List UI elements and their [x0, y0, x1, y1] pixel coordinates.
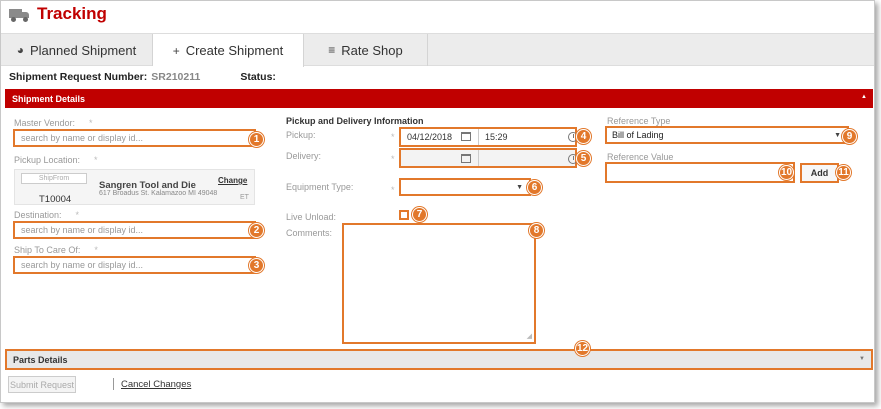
equipment-type-label: Equipment Type:: [286, 182, 354, 192]
callout-2: 2: [249, 223, 264, 238]
live-unload-label: Live Unload:: [286, 212, 337, 222]
change-location-link[interactable]: Change: [218, 176, 247, 185]
callout-8: 8: [529, 223, 544, 238]
calendar-icon[interactable]: [461, 154, 471, 163]
required-mark: *: [391, 132, 395, 142]
cancel-changes-link[interactable]: Cancel Changes: [121, 379, 191, 390]
reference-type-value: Bill of Lading: [612, 130, 664, 140]
reference-type-label: Reference Type: [607, 116, 671, 126]
add-reference-button[interactable]: Add: [800, 163, 839, 183]
resize-grip-icon[interactable]: ◢: [527, 332, 532, 340]
required-mark: *: [391, 185, 395, 195]
pickup-date-input[interactable]: 04/12/2018: [407, 132, 452, 142]
ship-from-badge: ShipFrom: [21, 173, 87, 184]
master-vendor-label: Master Vendor: *: [14, 118, 93, 128]
chevron-down-icon: ▼: [834, 132, 841, 139]
callout-3: 3: [249, 258, 264, 273]
truck-icon: [9, 7, 31, 22]
app-header: Tracking: [9, 3, 107, 25]
ship-to-care-of-input[interactable]: search by name or display id...: [13, 256, 256, 274]
tab-label: Rate Shop: [341, 42, 403, 58]
pickup-label: Pickup:: [286, 130, 316, 140]
callout-11: 11: [836, 165, 851, 180]
callout-9: 9: [842, 129, 857, 144]
list-icon: ≡: [328, 43, 336, 57]
shipment-details-header[interactable]: Shipment Details ▲: [5, 89, 873, 108]
callout-4: 4: [576, 129, 591, 144]
reference-value-label: Reference Value: [607, 152, 674, 162]
delivery-label: Delivery:: [286, 151, 322, 161]
timezone: ET: [240, 194, 249, 201]
comments-label: Comments:: [286, 228, 333, 238]
status-label: Status:: [240, 71, 276, 83]
section-title: Shipment Details: [12, 93, 86, 104]
callout-10: 10: [779, 165, 794, 180]
reference-type-select[interactable]: Bill of Lading ▼: [605, 126, 849, 144]
callout-7: 7: [412, 207, 427, 222]
master-vendor-input[interactable]: search by name or display id...: [13, 129, 256, 147]
destination-input[interactable]: search by name or display id...: [13, 221, 256, 239]
required-mark: *: [391, 154, 395, 164]
chevron-down-icon: ▼: [516, 184, 523, 191]
pickup-delivery-heading: Pickup and Delivery Information: [286, 116, 424, 126]
collapse-icon[interactable]: ▲: [861, 94, 867, 100]
callout-6: 6: [527, 180, 542, 195]
divider: [113, 378, 114, 390]
tab-label: Planned Shipment: [30, 42, 137, 58]
equipment-type-select[interactable]: ▼: [399, 178, 531, 196]
tab-label: Create Shipment: [185, 43, 284, 58]
callout-1: 1: [249, 132, 264, 147]
location-address: 617 Broadus St. Kalamazoo MI 49048: [99, 190, 218, 197]
calendar-icon[interactable]: [461, 132, 471, 141]
window-frame: Tracking ◕ Planned Shipment + Create Shi…: [0, 0, 875, 403]
app-title: Tracking: [37, 4, 107, 23]
pickup-location-label: Pickup Location: *: [14, 155, 98, 165]
destination-label: Destination: *: [14, 210, 80, 220]
location-code: T10004: [39, 194, 72, 205]
tab-planned-shipment[interactable]: ◕ Planned Shipment: [1, 34, 153, 66]
delivery-datetime-group[interactable]: [399, 148, 577, 168]
pickup-time-input[interactable]: 15:29: [485, 132, 508, 142]
live-unload-checkbox[interactable]: [399, 210, 409, 220]
plus-icon: +: [172, 43, 180, 58]
submit-request-button[interactable]: Submit Request: [8, 376, 76, 393]
ship-to-care-of-label: Ship To Care Of: *: [14, 245, 98, 255]
section-title: Parts Details: [13, 354, 68, 365]
request-number: SR210211: [151, 71, 201, 83]
tab-rate-shop[interactable]: ≡ Rate Shop: [304, 34, 428, 66]
request-info: Shipment Request Number: SR210211 Status…: [9, 71, 276, 83]
callout-12: 12: [575, 341, 590, 356]
tab-create-shipment[interactable]: + Create Shipment: [153, 34, 304, 67]
tab-bar: ◕ Planned Shipment + Create Shipment ≡ R…: [1, 33, 874, 67]
pickup-location-card: ShipFrom T10004 Sangren Tool and Die 617…: [14, 169, 255, 205]
callout-5: 5: [576, 151, 591, 166]
request-number-label: Shipment Request Number:: [9, 71, 148, 83]
expand-icon[interactable]: ▼: [859, 356, 865, 362]
reference-value-input[interactable]: [605, 162, 795, 183]
circle-icon: ◕: [16, 43, 24, 57]
parts-details-header[interactable]: Parts Details ▼: [5, 349, 873, 370]
comments-textarea[interactable]: ◢: [342, 223, 536, 344]
